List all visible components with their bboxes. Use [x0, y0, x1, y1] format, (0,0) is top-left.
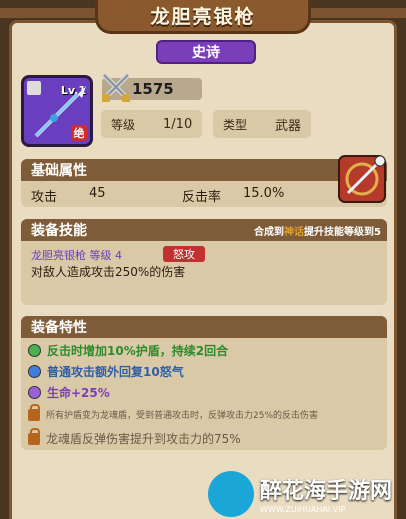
- skill-description: 对敌人造成攻击250%的伤害: [31, 265, 186, 279]
- trait-item: 反击时增加10%护盾，持续2回合: [28, 342, 228, 359]
- base-stats-header: 基础属性: [21, 159, 387, 181]
- counter-value: 15.0%: [243, 186, 285, 201]
- attack-value: 45: [89, 186, 106, 201]
- weapon-skill-icon[interactable]: [338, 155, 386, 203]
- screen-frame: 龙胆亮银枪 史诗 Lv.1 绝 1575 等级 1/10 类型 武器 基础属性 …: [0, 0, 406, 519]
- level-info: 等级 1/10: [101, 110, 202, 138]
- blue-dot-icon: [28, 365, 41, 378]
- weapon-icon-card[interactable]: Lv.1 绝: [21, 75, 93, 147]
- watermark-logo-icon: [208, 470, 254, 517]
- site-watermark: 醉花海手游网 WWW.ZUIHUAHAI.VIP: [208, 468, 406, 519]
- purple-dot-icon: [28, 386, 41, 399]
- green-dot-icon: [28, 344, 41, 357]
- power-value: 1575: [132, 80, 174, 98]
- traits-header: 装备特性: [21, 316, 387, 338]
- header-decoration-right: [311, 8, 406, 18]
- skill-upgrade-hint: 合成到神话提升技能等级到5: [254, 226, 381, 238]
- skill-tag: 怒攻: [163, 246, 205, 262]
- trait-item-locked: 龙魂盾反弹伤害提升到攻击力的75%: [28, 427, 241, 447]
- trait-item-locked: 所有护盾变为龙魂盾，受到普通攻击时，反弹攻击力25%的反击伤害: [28, 403, 384, 421]
- title-banner: 龙胆亮银枪: [95, 0, 311, 34]
- skill-name: 龙胆亮银枪 等级 4: [31, 249, 122, 262]
- crossed-swords-icon: [102, 73, 130, 102]
- rarity-badge: 史诗: [156, 40, 256, 64]
- lock-icon: [28, 403, 40, 421]
- lock-icon: [28, 427, 40, 445]
- header-decoration-left: [0, 8, 95, 18]
- base-stats-body: 攻击 45 反击率 15.0%: [21, 181, 387, 207]
- level-value: 1/10: [163, 116, 193, 132]
- item-title: 龙胆亮银枪: [150, 6, 256, 28]
- type-info: 类型 武器: [213, 110, 311, 138]
- trait-item: 普通攻击额外回复10怒气: [28, 363, 184, 380]
- type-value: 武器: [275, 118, 302, 134]
- grade-badge: 绝: [71, 125, 87, 141]
- skill-body: 龙胆亮银枪 等级 4 怒攻 对敌人造成攻击250%的伤害: [21, 241, 387, 305]
- skill-header: 装备技能 合成到神话提升技能等级到5: [21, 219, 387, 241]
- trait-item: 生命+25%: [28, 384, 110, 401]
